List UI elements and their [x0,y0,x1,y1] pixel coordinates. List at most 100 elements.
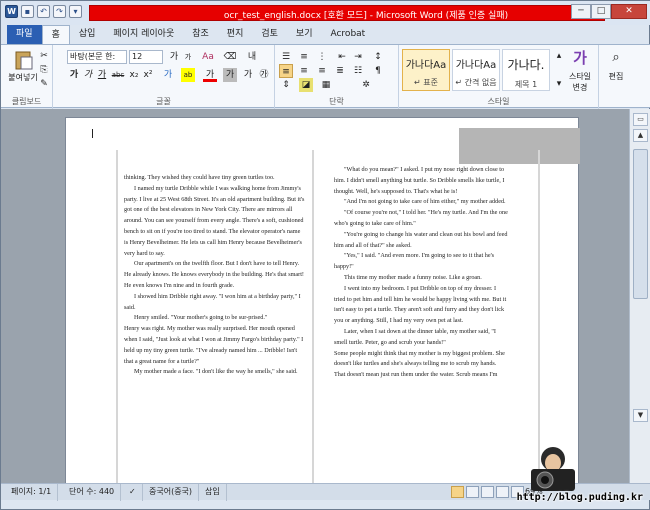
document-page[interactable]: thinking. They wished they could have ti… [65,117,580,487]
tab-file[interactable]: 파일 [7,25,42,44]
document-area: thinking. They wished they could have ti… [1,109,629,487]
paragraph: "Yes," I said. "And even more. I'm going… [334,252,495,271]
paragraph: I went into my bedroom. I put Dribble on… [334,284,507,325]
ribbon-tabs: 파일 홈 삽입 페이지 레이아웃 참조 편지 검토 보기 Acrobat [1,25,650,44]
hangul-icon[interactable]: 내 [245,50,259,64]
customize-qat-icon[interactable]: ▾ [69,5,82,18]
borders-icon[interactable]: ▦ [319,78,333,92]
sort-icon[interactable]: ↕ [371,50,385,64]
editing-group: ⌕ 편집 [599,45,633,109]
align-left-icon[interactable]: ≡ [279,64,293,78]
align-right-icon[interactable]: ≡ [315,64,329,78]
show-marks-icon[interactable]: ¶ [371,64,385,78]
font-family-combo[interactable]: 바탕(본문 한: [67,50,127,64]
print-layout-view-button[interactable] [451,486,464,498]
word-window: W ▪ ↶ ↷ ▾ ocr_test_english.docx [호환 모드] … [0,0,650,510]
tab-mailings[interactable]: 편지 [218,25,253,44]
paragraph: "You're going to change his water and cl… [334,230,508,249]
proofing-icon[interactable]: ✓ [123,484,143,501]
bold-icon[interactable]: 가 [67,68,81,82]
window-title: ocr_test_english.docx [호환 모드] - Microsof… [223,11,509,21]
text-effects-icon[interactable]: 가 [161,68,175,82]
tab-review[interactable]: 검토 [252,25,287,44]
save-icon[interactable]: ▪ [21,5,34,18]
tab-references[interactable]: 참조 [183,25,218,44]
column-artifact-mid [312,150,314,485]
multilevel-list-icon[interactable]: ⋮ [315,50,329,64]
minimize-button[interactable]: ─ [571,4,591,19]
paragraph: "Of course you're not," I told her. "He'… [334,209,508,227]
shading-icon[interactable]: ◪ [299,78,313,92]
vertical-scrollbar[interactable]: ▭ ▲ ▼ [629,109,650,483]
insert-mode[interactable]: 삽입 [199,484,227,501]
outline-view-button[interactable] [496,486,509,498]
style-no-spacing-label: ↵ 간격 없음 [455,78,497,87]
paragraph: thinking. They wished they could have ti… [124,174,275,181]
cut-icon[interactable]: ✂ [37,49,51,63]
ruler-toggle-icon[interactable]: ▭ [633,113,648,126]
tab-page-layout[interactable]: 페이지 레이아웃 [104,25,183,44]
camera-photographer-icon [531,447,575,491]
highlight-icon[interactable]: ab [181,68,195,82]
phonetic-guide-icon[interactable]: 가 [241,68,255,82]
paragraph: Later, when I sat down at the dinner tab… [334,327,496,346]
font-size-combo[interactable]: 12 [129,50,163,64]
page-count[interactable]: 페이지: 1/1 [5,484,59,501]
tab-acrobat[interactable]: Acrobat [321,25,374,44]
bullets-icon[interactable]: ☰ [279,50,293,64]
quick-access-toolbar: W ▪ ↶ ↷ ▾ [5,5,82,18]
tab-insert[interactable]: 삽입 [70,25,105,44]
change-styles-icon[interactable]: 가 [565,47,595,68]
numbering-icon[interactable]: ≡ [297,50,311,64]
distribute-icon[interactable]: ☷ [351,64,365,78]
subscript-icon[interactable]: x₂ [127,68,141,82]
styles-scroll-up-icon[interactable]: ▴ [552,49,566,63]
close-button[interactable]: ✕ [611,4,647,19]
styles-more-icon[interactable]: ▾ [552,77,566,91]
style-heading1[interactable]: 가나다. 제목 1 [502,49,550,91]
clear-format-icon[interactable]: ⌫ [223,50,237,64]
align-center-icon[interactable]: ≡ [297,64,311,78]
scroll-up-icon[interactable]: ▲ [633,129,648,142]
italic-icon[interactable]: 가 [81,68,95,82]
word-count[interactable]: 단어 수: 440 [63,484,122,501]
enclose-char-icon[interactable]: ㉮ [257,68,271,82]
justify-icon[interactable]: ≣ [333,64,347,78]
paste-icon[interactable] [13,49,35,71]
format-painter-icon[interactable]: ✎ [37,77,51,91]
redo-icon[interactable]: ↷ [53,5,66,18]
scroll-down-icon[interactable]: ▼ [633,409,648,422]
tab-home[interactable]: 홈 [41,25,70,44]
tab-view[interactable]: 보기 [287,25,322,44]
editing-button[interactable]: 편집 [601,71,631,82]
copy-icon[interactable]: ⎘ [37,63,51,77]
full-screen-view-button[interactable] [466,486,479,498]
strikethrough-icon[interactable]: abc [111,68,125,82]
paste-button[interactable]: 붙여넣기 [5,72,41,83]
grow-font-icon[interactable]: 가 [167,50,181,64]
paragraph: This time my mother made a funny noise. … [344,273,482,281]
web-layout-view-button[interactable] [481,486,494,498]
change-styles-button[interactable]: 스타일 변경 [565,71,595,93]
asian-layout-icon[interactable]: ✲ [359,78,373,92]
line-spacing-icon[interactable]: ⇕ [279,78,293,92]
find-icon[interactable]: ⌕ [609,51,623,65]
decrease-indent-icon[interactable]: ⇤ [335,50,349,64]
change-case-icon[interactable]: Aa [201,50,215,64]
char-shading-icon[interactable]: 가 [223,68,237,82]
scroll-thumb[interactable] [633,149,648,299]
font-color-icon[interactable]: 가 [203,68,217,82]
paragraph: Henry was right. My mother was really su… [124,325,304,365]
language-indicator[interactable]: 중국어(중국) [143,484,200,501]
increase-indent-icon[interactable]: ⇥ [351,50,365,64]
paragraph: "What do you mean?" I asked. I put my no… [334,166,505,195]
underline-icon[interactable]: 가 [95,68,109,82]
shrink-font-icon[interactable]: 가 [181,50,195,64]
superscript-icon[interactable]: x² [141,68,155,82]
maximize-button[interactable]: □ [591,4,611,19]
word-logo-icon[interactable]: W [5,5,18,18]
undo-icon[interactable]: ↶ [37,5,50,18]
style-no-spacing[interactable]: 가나다Aa ↵ 간격 없음 [452,49,500,91]
paragraph: "And I'm not going to take care of him e… [344,198,506,206]
style-normal[interactable]: 가나다Aa ↵ 표준 [402,49,450,91]
